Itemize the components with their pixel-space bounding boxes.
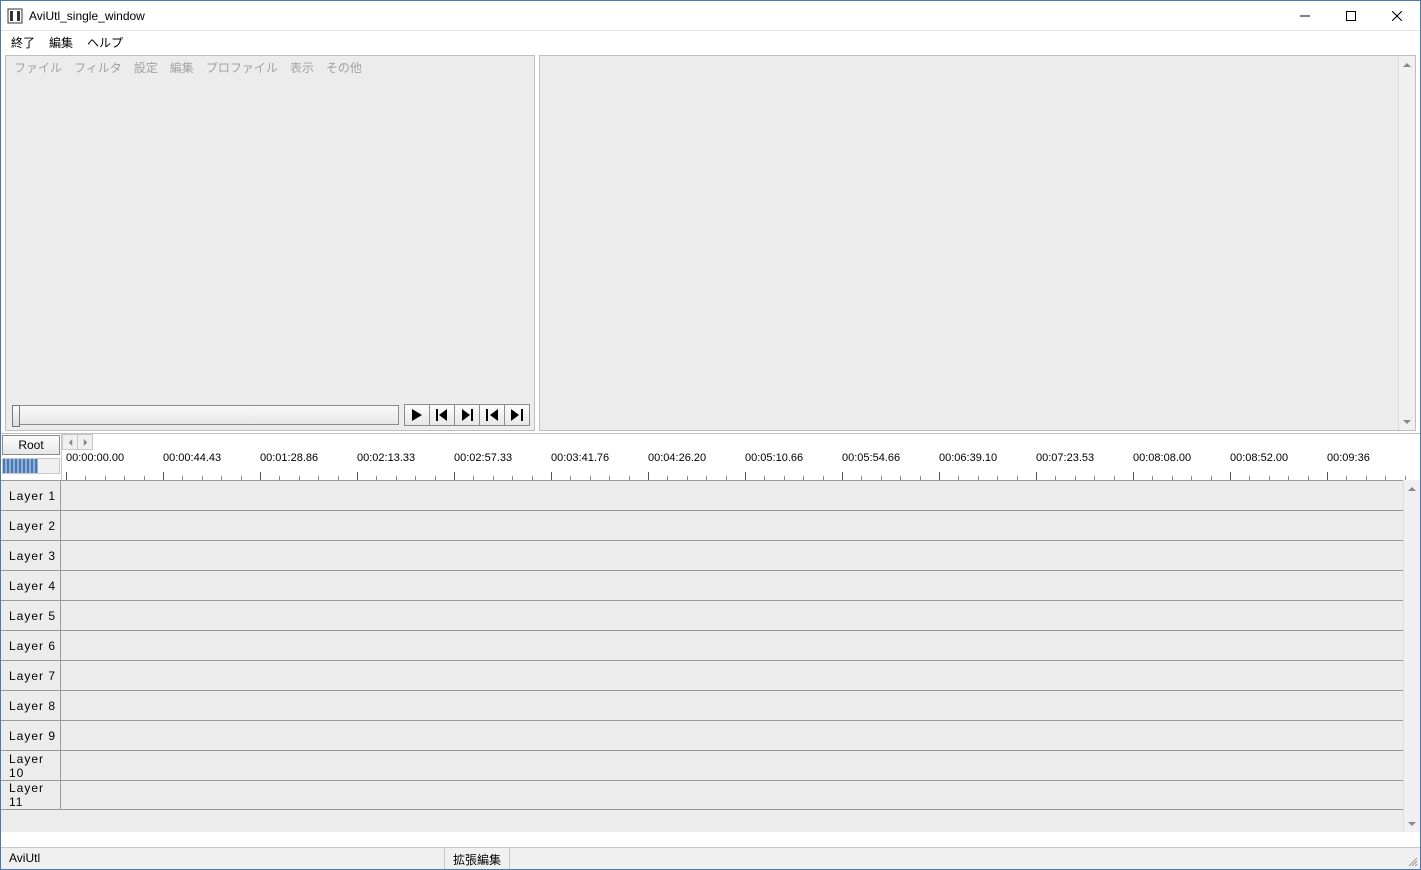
time-label: 00:02:57.33 [454, 452, 512, 464]
step-back-button[interactable] [429, 404, 455, 426]
layer-row[interactable]: Layer 1 [1, 480, 1420, 510]
layers: Layer 1Layer 2Layer 3Layer 4Layer 5Layer… [1, 480, 1420, 810]
window-controls [1282, 1, 1420, 31]
layer-label[interactable]: Layer 9 [1, 721, 61, 750]
seek-thumb[interactable] [12, 405, 20, 427]
layer-track[interactable] [61, 721, 1420, 750]
pm-edit[interactable]: 編集 [170, 59, 194, 76]
layer-label[interactable]: Layer 6 [1, 631, 61, 660]
layer-track[interactable] [61, 541, 1420, 570]
window-title: AviUtl_single_window [29, 9, 145, 23]
app-icon [7, 8, 23, 24]
layer-label[interactable]: Layer 7 [1, 661, 61, 690]
go-start-button[interactable] [479, 404, 505, 426]
layer-track[interactable] [61, 691, 1420, 720]
time-label: 00:09:36 [1327, 452, 1370, 464]
layer-row[interactable]: Layer 10 [1, 750, 1420, 780]
close-button[interactable] [1374, 1, 1420, 31]
step-forward-button[interactable] [454, 404, 480, 426]
layer-track[interactable] [61, 511, 1420, 540]
layer-label[interactable]: Layer 8 [1, 691, 61, 720]
layer-track[interactable] [61, 631, 1420, 660]
timeline: Root 00:00:00.0000:00:44.4300:01:28.8600… [1, 433, 1420, 832]
time-label: 00:02:13.33 [357, 452, 415, 464]
play-button[interactable] [404, 404, 430, 426]
layer-row[interactable]: Layer 6 [1, 630, 1420, 660]
time-label: 00:07:23.53 [1036, 452, 1094, 464]
resize-grip-icon[interactable] [1402, 848, 1420, 869]
layer-row[interactable]: Layer 4 [1, 570, 1420, 600]
settings-vscrollbar[interactable] [1398, 56, 1415, 430]
layer-track[interactable] [61, 781, 1420, 809]
preview-menu: ファイル フィルタ 設定 編集 プロファイル 表示 その他 [6, 56, 534, 78]
timeline-header: Root 00:00:00.0000:00:44.4300:01:28.8600… [1, 434, 1420, 480]
layer-label[interactable]: Layer 5 [1, 601, 61, 630]
time-label: 00:01:28.86 [260, 452, 318, 464]
zoom-slider[interactable] [2, 458, 60, 474]
timeline-ruler[interactable]: 00:00:00.00 00:00:44.43 00:01:28.86 00:02:1… [61, 434, 1420, 480]
layer-row[interactable]: Layer 5 [1, 600, 1420, 630]
menu-help[interactable]: ヘルプ [87, 34, 123, 51]
time-label: 00:05:54.66 [842, 452, 900, 464]
minimize-button[interactable] [1282, 1, 1328, 31]
status-right: 拡張編集 [445, 848, 510, 869]
status-left: AviUtl [1, 848, 445, 869]
settings-panel-content [540, 56, 1415, 430]
timeline-body: Layer 1Layer 2Layer 3Layer 4Layer 5Layer… [1, 480, 1420, 832]
layer-track[interactable] [61, 661, 1420, 690]
status-bar: AviUtl 拡張編集 [1, 847, 1420, 869]
scroll-down-icon[interactable] [1399, 413, 1415, 430]
time-label: 00:05:10.66 [745, 452, 803, 464]
layer-label[interactable]: Layer 2 [1, 511, 61, 540]
layer-row[interactable]: Layer 2 [1, 510, 1420, 540]
layer-track[interactable] [61, 571, 1420, 600]
layer-label[interactable]: Layer 4 [1, 571, 61, 600]
menu-edit[interactable]: 編集 [49, 34, 73, 51]
layer-row[interactable]: Layer 9 [1, 720, 1420, 750]
time-label: 00:04:26.20 [648, 452, 706, 464]
maximize-button[interactable] [1328, 1, 1374, 31]
time-label: 00:06:39.10 [939, 452, 997, 464]
time-label: 00:00:44.43 [163, 452, 221, 464]
preview-canvas [6, 78, 534, 404]
layer-track[interactable] [61, 751, 1420, 780]
time-label: 00:03:41.76 [551, 452, 609, 464]
layer-row[interactable]: Layer 3 [1, 540, 1420, 570]
layer-row[interactable]: Layer 7 [1, 660, 1420, 690]
pm-view[interactable]: 表示 [290, 59, 314, 76]
layer-label[interactable]: Layer 3 [1, 541, 61, 570]
tl-scroll-down-icon[interactable] [1404, 815, 1420, 832]
layer-row[interactable]: Layer 11 [1, 780, 1420, 810]
pm-profile[interactable]: プロファイル [206, 59, 278, 76]
preview-panel: ファイル フィルタ 設定 編集 プロファイル 表示 その他 [5, 55, 535, 431]
pm-filter[interactable]: フィルタ [74, 59, 122, 76]
scroll-up-icon[interactable] [1399, 56, 1415, 73]
root-button[interactable]: Root [2, 435, 60, 455]
seek-slider[interactable] [14, 405, 399, 425]
title-bar: AviUtl_single_window [1, 1, 1420, 31]
time-label: 00:08:52.00 [1230, 452, 1288, 464]
timeline-vscrollbar[interactable] [1403, 480, 1420, 832]
menu-exit[interactable]: 終了 [11, 34, 35, 51]
zoom-fill [3, 459, 38, 473]
layer-track[interactable] [61, 481, 1420, 510]
go-end-button[interactable] [504, 404, 530, 426]
layer-track[interactable] [61, 601, 1420, 630]
window-menu: 終了 編集 ヘルプ [1, 31, 1420, 53]
timeline-spacer [1, 810, 1420, 832]
layer-label[interactable]: Layer 1 [1, 481, 61, 510]
work-area: ファイル フィルタ 設定 編集 プロファイル 表示 その他 [1, 53, 1420, 433]
settings-panel [539, 55, 1416, 431]
layer-label[interactable]: Layer 10 [1, 751, 61, 780]
layer-row[interactable]: Layer 8 [1, 690, 1420, 720]
transport-bar [6, 404, 534, 430]
time-label: 00:08:08.00 [1133, 452, 1191, 464]
tl-scroll-up-icon[interactable] [1404, 480, 1420, 497]
timeline-root-col: Root [1, 434, 61, 480]
pm-setting[interactable]: 設定 [134, 59, 158, 76]
pm-file[interactable]: ファイル [14, 59, 62, 76]
pm-other[interactable]: その他 [326, 59, 362, 76]
layer-label[interactable]: Layer 11 [1, 781, 61, 809]
time-label: 00:00:00.00 [66, 452, 124, 464]
